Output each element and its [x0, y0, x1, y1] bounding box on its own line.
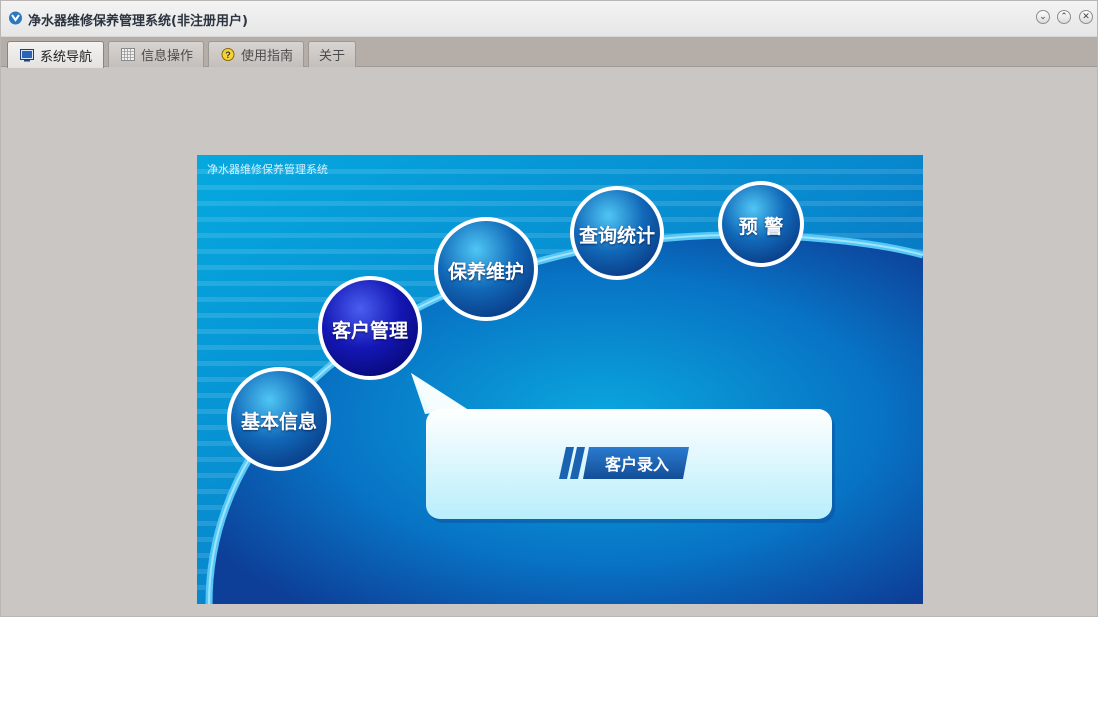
tab-user-guide[interactable]: ? 使用指南: [208, 41, 304, 67]
tab-system-navigation[interactable]: 系统导航: [7, 41, 104, 68]
window-title: 净水器维修保养管理系统(非注册用户): [28, 14, 248, 29]
panel-background: [197, 155, 923, 604]
module-warning[interactable]: 预 警: [716, 212, 806, 239]
tab-strip: 系统导航 信息操作 ? 使用指南 关于: [1, 37, 1097, 68]
svg-text:?: ?: [225, 50, 231, 60]
tab-about[interactable]: 关于: [308, 41, 356, 67]
module-query-statistics[interactable]: 查询统计: [572, 221, 662, 248]
customer-entry-button[interactable]: 客户录入: [587, 447, 687, 479]
tab-label: 使用指南: [241, 49, 294, 64]
module-customer-management[interactable]: 客户管理: [325, 316, 415, 343]
app-logo-icon: [9, 11, 22, 25]
grid-icon: [121, 48, 135, 61]
tab-info-operations[interactable]: 信息操作: [108, 41, 204, 67]
app-window: 净水器维修保养管理系统(非注册用户) ⌄ ⌃ ✕ 系统导航 信息操作 ? 使用指…: [0, 0, 1098, 617]
customer-entry-label: 客户录入: [604, 455, 669, 474]
tab-label: 信息操作: [141, 49, 194, 64]
maximize-icon[interactable]: ⌃: [1057, 10, 1071, 24]
module-basic-info[interactable]: 基本信息: [234, 407, 324, 434]
monitor-icon: [20, 48, 34, 61]
title-bar: 净水器维修保养管理系统(非注册用户) ⌄ ⌃ ✕: [1, 1, 1097, 37]
tab-label: 系统导航: [40, 49, 93, 65]
navigation-panel: 净水器维修保养管理系统 基本信息 客户管理 保养维护 查询统计 预 警 客户录入: [197, 155, 923, 604]
minimize-icon[interactable]: ⌄: [1036, 10, 1050, 24]
tab-label: 关于: [319, 49, 346, 64]
panel-title: 净水器维修保养管理系统: [207, 163, 328, 176]
module-maintenance[interactable]: 保养维护: [441, 257, 531, 284]
close-icon[interactable]: ✕: [1079, 10, 1093, 24]
help-icon: ?: [221, 48, 235, 61]
